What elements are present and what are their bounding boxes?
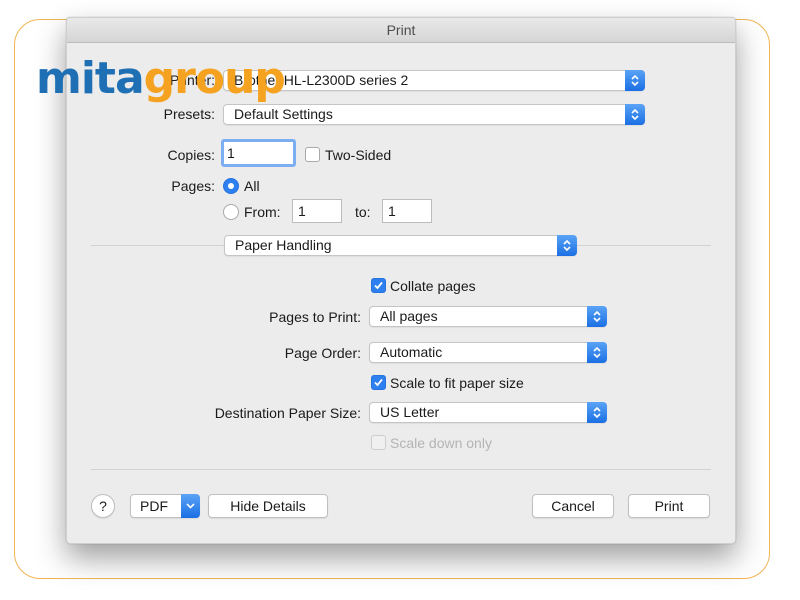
up-down-chevron-icon: [587, 306, 607, 327]
two-sided-checkbox[interactable]: [305, 147, 320, 162]
pages-to-input[interactable]: 1: [382, 199, 432, 223]
page-order-popup[interactable]: Automatic: [369, 342, 607, 363]
scale-to-fit-checkbox[interactable]: [371, 375, 386, 390]
checkmark-icon: [374, 281, 383, 290]
scale-down-only-checkbox: [371, 435, 386, 450]
two-sided-label: Two-Sided: [325, 147, 392, 163]
copies-input[interactable]: 1: [221, 139, 296, 167]
collate-checkbox[interactable]: [371, 278, 386, 293]
help-button[interactable]: ?: [91, 494, 115, 518]
pages-from-label: From:: [244, 204, 281, 220]
pages-all-radio[interactable]: [223, 178, 239, 194]
pages-to-print-label: Pages to Print:: [269, 309, 361, 325]
up-down-chevron-icon: [557, 235, 577, 256]
presets-popup[interactable]: Default Settings: [223, 104, 645, 125]
pages-from-radio[interactable]: [223, 204, 239, 220]
up-down-chevron-icon: [625, 104, 645, 125]
section-popup[interactable]: Paper Handling: [224, 235, 577, 256]
logo-part-mita: mita: [36, 53, 145, 104]
up-down-chevron-icon: [625, 70, 645, 91]
dest-paper-size-label: Destination Paper Size:: [214, 405, 361, 421]
pdf-label: PDF: [140, 498, 168, 514]
presets-label: Presets:: [163, 106, 215, 122]
presets-value: Default Settings: [234, 106, 333, 122]
printer-popup[interactable]: Brother HL-L2300D series 2: [223, 70, 645, 91]
chevron-down-icon: [181, 494, 200, 518]
mita-group-logo: mitagroup: [36, 52, 286, 106]
copies-label: Copies:: [167, 147, 215, 163]
pdf-menu-button[interactable]: PDF: [130, 494, 200, 518]
logo-part-group: group: [143, 53, 286, 104]
up-down-chevron-icon: [587, 402, 607, 423]
copies-value: 1: [227, 145, 235, 161]
window-title: Print: [67, 18, 735, 43]
pages-from-input[interactable]: 1: [292, 199, 342, 223]
pages-all-label: All: [244, 178, 260, 194]
footer-separator: [91, 469, 711, 470]
scale-down-only-label: Scale down only: [390, 435, 492, 451]
print-button[interactable]: Print: [628, 494, 710, 518]
pages-to-print-value: All pages: [380, 308, 438, 324]
cancel-button[interactable]: Cancel: [532, 494, 614, 518]
section-value: Paper Handling: [235, 237, 332, 253]
checkmark-icon: [374, 378, 383, 387]
page-order-value: Automatic: [380, 344, 443, 360]
pages-label: Pages:: [171, 178, 215, 194]
hide-details-button[interactable]: Hide Details: [208, 494, 328, 518]
dest-paper-size-popup[interactable]: US Letter: [369, 402, 607, 423]
pages-to-value: 1: [388, 203, 396, 219]
page-order-label: Page Order:: [284, 345, 361, 361]
pages-from-value: 1: [298, 203, 306, 219]
pages-to-print-popup[interactable]: All pages: [369, 306, 607, 327]
collate-label: Collate pages: [390, 278, 476, 294]
scale-to-fit-label: Scale to fit paper size: [390, 375, 524, 391]
dest-paper-size-value: US Letter: [380, 404, 440, 420]
up-down-chevron-icon: [587, 342, 607, 363]
pages-to-label: to:: [355, 204, 371, 220]
